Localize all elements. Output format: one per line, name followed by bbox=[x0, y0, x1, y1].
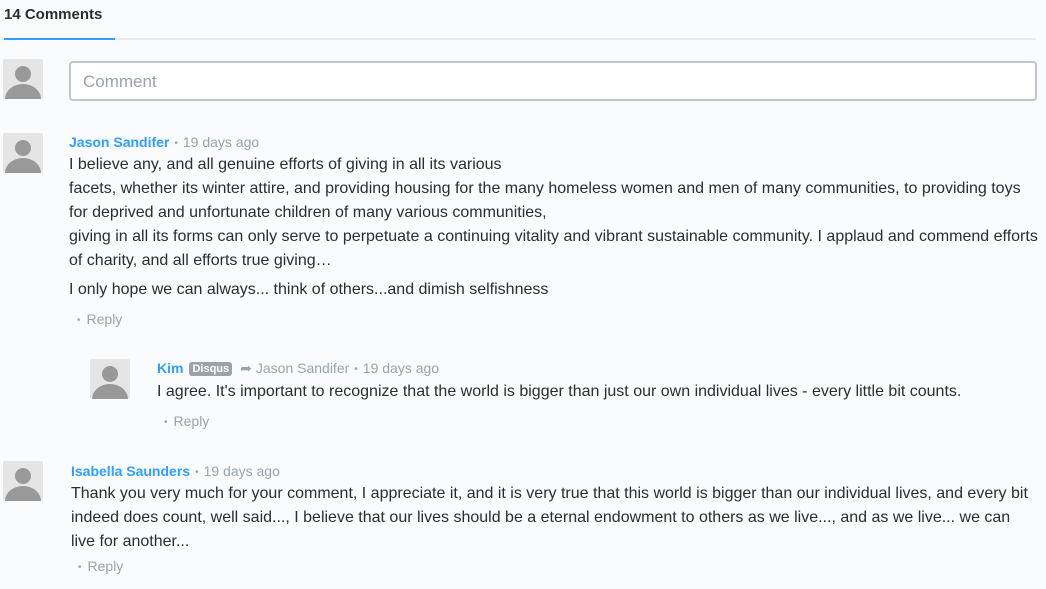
in-reply-to-link[interactable]: Jason Sandifer bbox=[256, 360, 349, 376]
avatar-head bbox=[15, 468, 31, 484]
avatar-body bbox=[92, 384, 128, 399]
avatar[interactable] bbox=[3, 133, 43, 173]
avatar[interactable] bbox=[3, 461, 43, 501]
post-paragraph: giving in all its forms can only serve t… bbox=[69, 228, 1038, 269]
comment-input[interactable]: Comment bbox=[69, 61, 1037, 101]
post-paragraph: I believe any, and all genuine efforts o… bbox=[69, 156, 502, 173]
post-paragraph: Thank you very much for your comment, I … bbox=[71, 485, 1028, 550]
post-paragraph: I agree. It's important to recognize tha… bbox=[157, 383, 962, 400]
post-paragraph: facets, whether its winter attire, and p… bbox=[69, 180, 1021, 221]
separator-dot: • bbox=[78, 562, 82, 573]
author-name[interactable]: Jason Sandifer bbox=[69, 134, 169, 150]
reply-button[interactable]: • Reply bbox=[164, 413, 209, 429]
post-header: Isabella Saunders • 19 days ago bbox=[71, 463, 280, 479]
separator-dot: • bbox=[195, 467, 199, 478]
author-name[interactable]: Isabella Saunders bbox=[71, 463, 190, 479]
comments-section: 14 Comments Comment Jason Sandifer • 19 da… bbox=[0, 0, 1046, 589]
post-timestamp[interactable]: 19 days ago bbox=[204, 463, 280, 479]
active-tab-indicator bbox=[4, 38, 115, 40]
comment-input-placeholder: Comment bbox=[83, 72, 157, 91]
avatar[interactable] bbox=[90, 359, 130, 399]
separator-dot: • bbox=[77, 315, 81, 326]
current-user-avatar bbox=[3, 59, 43, 99]
post-paragraph: I only hope we can always... think of ot… bbox=[69, 281, 549, 298]
reply-button[interactable]: • Reply bbox=[78, 558, 123, 574]
post-timestamp[interactable]: 19 days ago bbox=[363, 360, 439, 376]
comments-tab-bar: 14 Comments bbox=[2, 0, 1036, 40]
post-body: I believe any, and all genuine efforts o… bbox=[69, 153, 1039, 302]
separator-dot: • bbox=[174, 138, 178, 149]
post-body: I agree. It's important to recognize tha… bbox=[157, 380, 1037, 404]
avatar-head bbox=[15, 140, 31, 156]
post-body: Thank you very much for your comment, I … bbox=[71, 482, 1031, 554]
author-name[interactable]: Kim bbox=[157, 360, 183, 376]
reply-label: Reply bbox=[173, 413, 210, 429]
post-header: Kim Disqus ➦ Jason Sandifer • 19 days ago bbox=[157, 360, 439, 377]
avatar-body bbox=[5, 158, 41, 173]
post-header: Jason Sandifer • 19 days ago bbox=[69, 134, 259, 150]
separator-dot: • bbox=[354, 364, 358, 375]
avatar-head bbox=[15, 66, 31, 82]
reply-arrow-icon: ➦ bbox=[240, 360, 252, 376]
comment-count-tab[interactable]: 14 Comments bbox=[4, 6, 102, 23]
avatar-head bbox=[102, 366, 118, 382]
reply-label: Reply bbox=[87, 558, 124, 574]
reply-label: Reply bbox=[86, 311, 123, 327]
moderator-badge: Disqus bbox=[189, 362, 233, 376]
reply-button[interactable]: • Reply bbox=[77, 311, 122, 327]
separator-dot: • bbox=[164, 417, 168, 428]
avatar-body bbox=[5, 486, 41, 501]
post-timestamp[interactable]: 19 days ago bbox=[183, 134, 259, 150]
avatar-body bbox=[5, 84, 41, 99]
